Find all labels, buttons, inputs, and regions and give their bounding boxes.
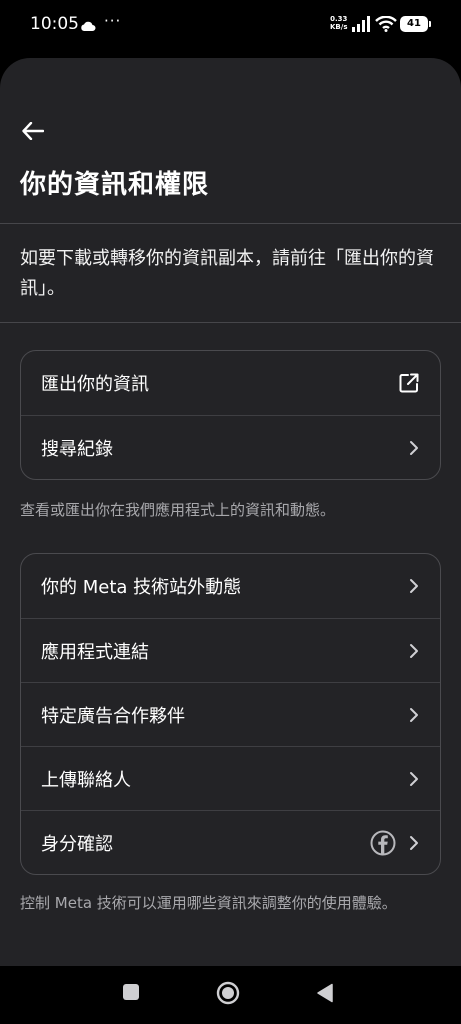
information-card: 匯出你的資訊 搜尋紀錄 [20,350,441,480]
battery-icon: 41 [400,16,431,32]
notification-dots: ··· [104,12,122,30]
upload-contacts-row[interactable]: 上傳聯絡人 [21,746,440,810]
back-button[interactable] [18,116,48,146]
chevron-right-icon [408,771,420,787]
divider [0,322,461,323]
chevron-right-icon [408,578,420,594]
row-label: 應用程式連結 [41,641,149,663]
row-label: 匯出你的資訊 [41,374,149,395]
row-label: 身分確認 [41,833,113,855]
home-circle-icon [216,981,240,1005]
off-meta-activity-row[interactable]: 你的 Meta 技術站外動態 [21,554,440,618]
network-speed: 0.33 KB/s [330,15,347,31]
status-bar: 10:05 ··· 0.33 KB/s 41 [0,0,461,52]
signal-icon [352,16,370,36]
cloud-icon [80,17,96,36]
app-connections-row[interactable]: 應用程式連結 [21,618,440,682]
identity-confirmation-row[interactable]: 身分確認 [21,810,440,874]
chevron-right-icon [408,707,420,723]
home-button[interactable] [216,981,240,1005]
network-speed-value: 0.33 [330,15,348,23]
row-label: 特定廣告合作夥伴 [41,705,185,727]
back-nav-button[interactable] [316,983,334,1003]
row-label: 搜尋紀錄 [41,438,113,460]
external-link-icon [398,372,420,394]
search-history-row[interactable]: 搜尋紀錄 [21,415,440,479]
divider [0,223,461,224]
wifi-icon [375,15,397,36]
settings-sheet: 你的資訊和權限 如要下載或轉移你的資訊副本，請前往「匯出你的資訊」。 匯出你的資… [0,58,461,966]
chevron-right-icon [408,643,420,659]
status-time: 10:05 [30,14,79,34]
row-label: 上傳聯絡人 [41,769,131,791]
card1-caption: 查看或匯出你在我們應用程式上的資訊和動態。 [20,501,336,519]
chevron-right-icon [408,440,420,456]
ad-partners-row[interactable]: 特定廣告合作夥伴 [21,682,440,746]
arrow-left-icon [22,122,44,140]
triangle-back-icon [317,983,333,1003]
navigation-bar [0,966,461,1024]
intro-text: 如要下載或轉移你的資訊副本，請前往「匯出你的資訊」。 [20,248,434,299]
export-info-row[interactable]: 匯出你的資訊 [21,351,440,415]
page-title: 你的資訊和權限 [20,170,210,200]
square-icon [123,984,139,1000]
facebook-icon [370,830,396,856]
permissions-card: 你的 Meta 技術站外動態 應用程式連結 特定廣告合作夥伴 上傳聯絡人 身分確… [20,553,441,875]
network-speed-unit: KB/s [330,23,348,31]
recents-button[interactable] [122,983,140,1001]
row-label: 你的 Meta 技術站外動態 [41,577,242,598]
card2-caption: 控制 Meta 技術可以運用哪些資訊來調整你的使用體驗。 [20,894,397,912]
chevron-right-icon [408,835,420,851]
